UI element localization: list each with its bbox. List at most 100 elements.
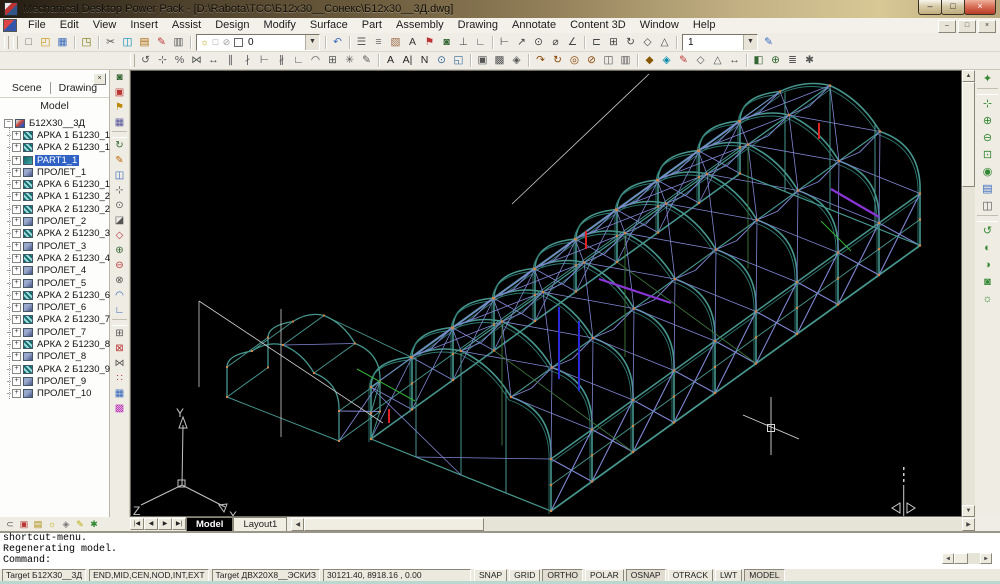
tree-item[interactable]: +ПРОЛЕТ_2 [0,215,109,227]
structure-icon[interactable]: ≣ [784,53,801,68]
trim-icon[interactable]: ∤ [239,53,256,68]
table-icon[interactable]: ▦ [112,387,128,401]
power-snap-icon[interactable]: ◎ [566,53,583,68]
tree-item[interactable]: + АРКА 2 Б1230_7 [0,314,109,326]
pan-realtime-icon[interactable]: ⊹ [979,96,997,112]
expand-toggle-icon[interactable]: + [12,242,21,251]
work-axis-icon[interactable]: ⊹ [112,184,128,198]
wireframe-canvas[interactable]: XYZ [131,71,961,516]
toolbar-options-icon[interactable]: ✱ [801,53,818,68]
menu-annotate[interactable]: Annotate [505,18,563,33]
palette-icon[interactable]: ▩ [112,402,128,416]
scene-icon[interactable]: ◙ [112,71,128,85]
toolbar-grip[interactable] [13,36,18,49]
dim-radius-icon[interactable]: ⊙ [530,35,547,50]
save-file-icon[interactable]: ▦ [54,35,71,50]
tree-item[interactable]: +ПРОЛЕТ_5 [0,277,109,289]
text-icon[interactable]: A [382,53,399,68]
expand-toggle-icon[interactable]: + [12,315,21,324]
power-dimension-icon[interactable]: ↔ [726,53,743,68]
toggle-lwt[interactable]: LWT [715,569,742,582]
vertical-scrollbar[interactable]: ▲ ▼ [962,70,975,517]
expand-toggle-icon[interactable]: + [12,389,21,398]
expand-toggle-icon[interactable]: + [12,131,21,140]
tree-item[interactable]: +ПРОЛЕТ_8 [0,351,109,363]
menu-edit[interactable]: Edit [53,18,86,33]
tab-layout1[interactable]: Layout1 [233,517,287,531]
assembly-icon[interactable]: ◧ [750,53,767,68]
menu-help[interactable]: Help [686,18,723,33]
tree-item-label[interactable]: PART1_1 [35,155,79,166]
menu-assist[interactable]: Assist [165,18,208,33]
tree-item-label[interactable]: ПРОЛЕТ_1 [35,167,88,178]
new-file-icon[interactable]: □ [20,35,37,50]
cmd-scroll-right-icon[interactable]: ▶ [980,553,992,564]
tree-item-label[interactable]: ПРОЛЕТ_2 [35,216,88,227]
toggle-ortho[interactable]: ORTHO [542,569,583,582]
close-button[interactable]: × [964,0,996,15]
plot-preview-icon[interactable]: ◳ [78,35,95,50]
expand-toggle-icon[interactable]: + [12,365,21,374]
tab-prev-button[interactable]: ◀ [144,518,158,530]
combine-icon[interactable]: ⊕ [767,53,784,68]
work-point-icon[interactable]: ⊙ [112,199,128,213]
menu-part[interactable]: Part [355,18,389,33]
menu-design[interactable]: Design [208,18,256,33]
expand-toggle-icon[interactable]: + [12,192,21,201]
tree-item-label[interactable]: АРКА 1 Б1230_1 [35,130,112,141]
toggle-polar[interactable]: POLAR [585,569,624,582]
panel-close-icon[interactable]: × [93,73,106,85]
profile-2d-icon[interactable]: ◇ [112,229,128,243]
offset-icon[interactable]: ∥ [222,53,239,68]
tab-model-space[interactable]: Model [186,517,233,531]
sketch-icon[interactable]: ✎ [675,53,692,68]
browser-icon[interactable]: ▣ [17,518,31,530]
design-center-icon[interactable]: ▧ [387,35,404,50]
tree-item-label[interactable]: ПРОЛЕТ_9 [35,376,88,387]
tree-item[interactable]: +ПРОЛЕТ_9 [0,375,109,387]
menu-view[interactable]: View [86,18,124,33]
drawing-view-icon[interactable]: ▥ [617,53,634,68]
command-scrollbar[interactable]: ◀ ▶ [942,553,992,564]
toggle-model[interactable]: MODEL [744,569,784,582]
edit-feature-icon[interactable]: ✎ [112,154,128,168]
tree-item[interactable]: +АРКА 2 Б1230_4 [0,252,109,264]
dim-angular-icon[interactable]: ∠ [564,35,581,50]
zoom-realtime-icon[interactable]: ⊙ [433,53,450,68]
maximize-button[interactable]: □ [941,0,965,15]
toggle-grid[interactable]: GRID [509,569,540,582]
expand-toggle-icon[interactable]: + [12,180,21,189]
annotate-pencil-icon[interactable]: ✎ [73,518,87,530]
scroll-left-icon[interactable]: ◀ [291,518,304,531]
expand-toggle-icon[interactable]: + [12,303,21,312]
tree-item-label[interactable]: АРКА 2 Б1230_7 [35,314,112,325]
tree-item-label[interactable]: АРКА 2 Б1230_1 [35,142,112,153]
layer-unlock-icon[interactable]: ⊘ [221,37,232,48]
mdi-restore-button[interactable]: □ [958,20,976,33]
menu-file[interactable]: File [21,18,53,33]
text-align-icon[interactable]: A| [399,53,416,68]
intersect-icon[interactable]: ⊗ [112,274,128,288]
light-icon[interactable]: ☼ [979,291,997,307]
tab-drawing[interactable]: Drawing [59,82,98,94]
expand-toggle-icon[interactable]: + [12,328,21,337]
hide-icon[interactable]: ◐ [979,240,997,256]
vertical-scroll-thumb[interactable] [962,82,975,187]
zoom-window2-icon[interactable]: ⊡ [979,147,997,163]
menu-window[interactable]: Window [633,18,686,33]
refresh-icon[interactable]: ✱ [87,518,101,530]
text-edit-icon[interactable]: N [416,53,433,68]
ucs-icon[interactable]: ⊥ [455,35,472,50]
grid-icon[interactable]: ▦ [112,116,128,130]
tree-item[interactable]: +АРКА 2 Б1230_9 [0,363,109,375]
tree-item-label[interactable]: ПРОЛЕТ_8 [35,351,88,362]
feature-icon[interactable]: ◈ [658,53,675,68]
fillet-3d-icon[interactable]: ◠ [112,289,128,303]
dim-linear-icon[interactable]: ⊢ [496,35,513,50]
dimscale-combo-dropdown[interactable]: ▼ [743,35,757,50]
cmd-scroll-left-icon[interactable]: ◀ [942,553,954,564]
dim-update-icon[interactable]: ↻ [622,35,639,50]
stretch-icon[interactable]: ↔ [205,53,222,68]
horizontal-scroll-thumb[interactable] [304,518,484,531]
tree-item[interactable]: +PART1_1 [0,154,109,166]
